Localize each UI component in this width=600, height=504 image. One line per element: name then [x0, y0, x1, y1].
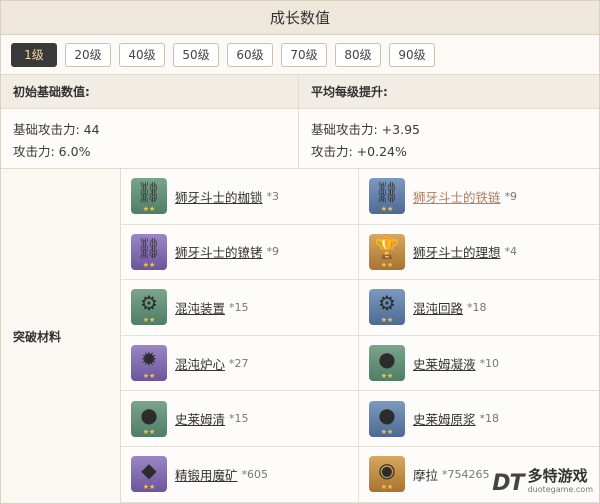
per-level-base-atk: 基础攻击力: +3.95: [311, 122, 420, 137]
material-item: ● ★★ 史莱姆清 *15: [121, 391, 359, 447]
rarity-stars: ★★: [380, 205, 394, 214]
mystic-ore-icon[interactable]: ◆ ★★: [131, 456, 167, 493]
material-item: ⛓ ★★ 狮牙斗士的枷锁 *3: [121, 169, 359, 225]
material-item: 🏆 ★★ 狮牙斗士的理想 *4: [359, 224, 599, 281]
material-item: ◆ ★★ 精锻用魔矿 *605: [121, 446, 359, 503]
material-count: *18: [479, 412, 500, 426]
fetters-icon[interactable]: ⛓ ★★: [131, 233, 167, 270]
stats-header-row: 初始基础数值: 平均每级提升:: [1, 75, 599, 109]
watermark-text: 多特游戏 duotegame.com: [528, 469, 593, 497]
initial-stats-header: 初始基础数值:: [1, 75, 299, 108]
rarity-stars: ★★: [142, 260, 156, 269]
panel-title: 成长数值: [1, 1, 599, 35]
materials-grid: ⛓ ★★ 狮牙斗士的枷锁 *3 ⛓ ★★ 狮牙斗士的铁链 *9 ⛓ ★★ 狮牙斗士的镣铐 *9 🏆 ★★ 狮…: [121, 169, 599, 503]
chaos-core-icon[interactable]: ✹ ★★: [131, 345, 167, 382]
mora-coin-icon[interactable]: ◉ ★★: [369, 456, 405, 493]
material-count: *4: [504, 245, 518, 259]
material-name-link[interactable]: 狮牙斗士的理想: [413, 242, 501, 261]
rarity-stars: ★★: [380, 260, 394, 269]
tab-level-1[interactable]: 1级: [11, 42, 57, 67]
material-name-link[interactable]: 精锻用魔矿: [175, 465, 238, 484]
watermark-logo: DT: [492, 470, 524, 496]
rarity-stars: ★★: [380, 316, 394, 325]
material-name-link[interactable]: 史莱姆凝液: [413, 354, 476, 373]
material-name-link[interactable]: 混沌装置: [175, 298, 225, 317]
tab-level-40[interactable]: 40级: [119, 42, 165, 67]
rarity-stars: ★★: [142, 205, 156, 214]
per-level-header: 平均每级提升:: [311, 85, 388, 99]
level-tabs: 1级 20级 40级 50级 60级 70级 80级 90级: [1, 35, 599, 75]
material-name-link[interactable]: 混沌回路: [413, 298, 463, 317]
stats-body-row: 基础攻击力: 44 攻击力: 6.0% 基础攻击力: +3.95 攻击力: +0…: [1, 109, 599, 169]
material-count: *605: [241, 467, 269, 481]
ideal-icon[interactable]: 🏆 ★★: [369, 233, 405, 270]
material-count: *3: [266, 189, 280, 203]
tab-level-60[interactable]: 60级: [227, 42, 273, 67]
initial-atk-percent: 攻击力: 6.0%: [13, 144, 91, 159]
tab-level-50[interactable]: 50级: [173, 42, 219, 67]
material-item: ⛓ ★★ 狮牙斗士的铁链 *9: [359, 169, 599, 225]
chain-icon[interactable]: ⛓ ★★: [369, 178, 405, 215]
material-name-link[interactable]: 史莱姆原浆: [413, 409, 476, 428]
tab-level-90[interactable]: 90级: [389, 42, 435, 67]
material-count: *9: [266, 245, 280, 259]
material-count: *27: [229, 356, 249, 370]
rarity-stars: ★★: [380, 427, 394, 436]
initial-base-atk: 基础攻击力: 44: [13, 122, 100, 137]
materials-label: 突破材料: [1, 169, 121, 503]
rarity-stars: ★★: [380, 483, 394, 492]
initial-stats: 基础攻击力: 44 攻击力: 6.0%: [1, 109, 299, 168]
shackle-icon[interactable]: ⛓ ★★: [131, 178, 167, 215]
material-item: ⚙ ★★ 混沌回路 *18: [359, 280, 599, 336]
watermark-cn: 多特游戏: [527, 467, 588, 485]
material-count: *18: [467, 300, 487, 314]
rarity-stars: ★★: [142, 316, 156, 325]
watermark-en: duotegame.com: [527, 485, 593, 494]
material-name-link[interactable]: 摩拉: [413, 465, 438, 484]
material-item: ✹ ★★ 混沌炉心 *27: [121, 335, 359, 392]
slime-condensate-icon[interactable]: ● ★★: [369, 345, 405, 382]
slime-concentrate-icon[interactable]: ● ★★: [369, 400, 405, 437]
tab-level-70[interactable]: 70级: [281, 42, 327, 67]
ascension-materials: 突破材料 ⛓ ★★ 狮牙斗士的枷锁 *3 ⛓ ★★ 狮牙斗士的铁链 *9 ⛓ ★★ 狮牙斗士的镣铐 *…: [1, 169, 599, 503]
material-name-link[interactable]: 混沌炉心: [175, 354, 225, 373]
rarity-stars: ★★: [142, 483, 156, 492]
rarity-stars: ★★: [142, 372, 156, 381]
rarity-stars: ★★: [142, 427, 156, 436]
material-item: ⚙ ★★ 混沌装置 *15: [121, 280, 359, 336]
material-name-link[interactable]: 狮牙斗士的镣铐: [175, 242, 263, 261]
material-name-link[interactable]: 史莱姆清: [175, 409, 225, 428]
material-count: *10: [479, 356, 500, 370]
site-watermark: DT 多特游戏 duotegame.com: [492, 469, 593, 497]
per-level-stats: 基础攻击力: +3.95 攻击力: +0.24%: [299, 109, 599, 168]
rarity-stars: ★★: [380, 372, 394, 381]
material-name-link[interactable]: 狮牙斗士的枷锁: [175, 187, 263, 206]
material-count: *15: [229, 300, 249, 314]
material-item: ● ★★ 史莱姆原浆 *18: [359, 391, 599, 447]
material-count: *754265: [442, 467, 490, 481]
slime-secretions-icon[interactable]: ● ★★: [131, 400, 167, 437]
material-item: ⛓ ★★ 狮牙斗士的镣铐 *9: [121, 224, 359, 281]
material-item: ● ★★ 史莱姆凝液 *10: [359, 335, 599, 392]
growth-stats-panel: 成长数值 1级 20级 40级 50级 60级 70级 80级 90级 初始基础…: [0, 0, 600, 504]
material-count: *9: [504, 189, 518, 203]
tab-level-80[interactable]: 80级: [335, 42, 381, 67]
tab-level-20[interactable]: 20级: [65, 42, 111, 67]
per-level-atk-percent: 攻击力: +0.24%: [311, 144, 407, 159]
material-name-link[interactable]: 狮牙斗士的铁链: [413, 187, 501, 206]
material-count: *15: [229, 412, 249, 426]
chaos-device-icon[interactable]: ⚙ ★★: [131, 289, 167, 326]
chaos-circuit-icon[interactable]: ⚙ ★★: [369, 289, 405, 326]
